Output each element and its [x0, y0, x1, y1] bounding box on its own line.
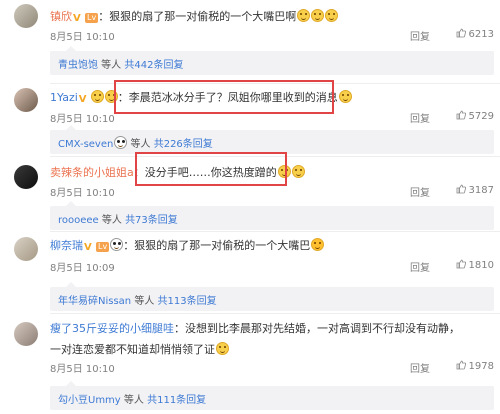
like-button[interactable]: 1978: [456, 360, 494, 372]
level-badge: Lv: [96, 242, 110, 252]
sub-reply-user[interactable]: 年华易碎Nissan: [58, 296, 131, 307]
thumbs-up-icon: [456, 259, 466, 269]
like-button[interactable]: 6213: [456, 28, 494, 40]
divider: [50, 231, 500, 232]
smile-emoji-icon: [338, 90, 352, 103]
sub-reply-others: 等人: [131, 296, 158, 307]
sub-reply-user[interactable]: 青虫饱饱: [58, 60, 98, 71]
more-replies-link[interactable]: 共73条回复: [125, 215, 178, 226]
smile-emoji-icon: [90, 90, 104, 103]
sub-reply-user[interactable]: 勾小豆Ummy: [58, 395, 121, 406]
comment-text: ：没想到比李晨那对先结婚，一对高调到不行却没有动静，: [174, 322, 460, 335]
comment-username[interactable]: 瘦了35斤妥妥的小细腿哇: [50, 322, 174, 335]
thumbs-up-icon: [456, 184, 466, 194]
comment-text: ：狠狠的扇了那一对偷税的一个大嘴巴: [123, 239, 311, 252]
sub-reply-others: 等人: [98, 60, 125, 71]
like-count: 1978: [468, 361, 494, 372]
verified-icon: V: [78, 94, 87, 105]
avatar[interactable]: [14, 165, 38, 189]
comment-date: 8月5日 10:10: [50, 188, 115, 199]
avatar[interactable]: [14, 322, 38, 346]
thumbs-up-icon: [456, 360, 466, 370]
level-badge: Lv: [85, 13, 99, 23]
comment-username[interactable]: 卖辣条的小姐姐a: [50, 166, 134, 179]
smile-emoji-icon: [325, 9, 339, 22]
reply-button[interactable]: 回复: [410, 28, 430, 43]
comment-date: 8月5日 10:09: [50, 263, 115, 274]
avatar[interactable]: [14, 88, 38, 112]
sub-reply-user[interactable]: roooeee: [58, 215, 99, 226]
more-replies-link[interactable]: 共442条回复: [124, 60, 183, 71]
smile-emoji-icon: [291, 165, 305, 178]
panda-emoji-icon: [114, 136, 128, 149]
comment-date: 8月5日 10:10: [50, 32, 115, 43]
like-count: 5729: [468, 111, 494, 122]
sub-replies-box[interactable]: roooeee 等人 共73条回复: [50, 201, 494, 230]
sub-reply-user[interactable]: CMX-seven: [58, 139, 113, 150]
avatar[interactable]: [14, 237, 38, 261]
reply-button[interactable]: 回复: [410, 184, 430, 199]
comment-username[interactable]: 镇欣: [50, 10, 72, 23]
comment-text-continued: 一对连恋爱都不知道却悄悄领了证: [50, 343, 215, 356]
thumbs-up-icon: [456, 110, 466, 120]
sub-replies-box[interactable]: 青虫饱饱 等人 共442条回复: [50, 46, 494, 75]
like-count: 3187: [468, 185, 494, 196]
comment-date: 8月5日 10:10: [50, 114, 115, 125]
comment-username[interactable]: 柳奈瑞: [50, 239, 83, 252]
like-count: 6213: [468, 29, 494, 40]
reply-button[interactable]: 回复: [410, 110, 430, 125]
panda-emoji-icon: [110, 238, 124, 251]
smile-emoji-icon: [311, 9, 325, 22]
sub-replies-box[interactable]: CMX-seven 等人 共226条回复: [50, 125, 494, 154]
verified-icon: V: [73, 13, 81, 24]
smile-emoji-icon: [297, 9, 311, 22]
like-count: 1810: [468, 260, 494, 271]
sub-reply-others: 等人: [98, 215, 126, 226]
reply-button[interactable]: 回复: [410, 360, 430, 375]
like-button[interactable]: 1810: [456, 259, 494, 271]
more-replies-link[interactable]: 共113条回复: [158, 296, 217, 307]
sub-replies-box[interactable]: 年华易碎Nissan 等人 共113条回复: [50, 282, 494, 311]
highlight-box: [135, 152, 287, 186]
highlight-box: [114, 80, 334, 114]
avatar[interactable]: [14, 4, 38, 28]
thumbs-up-icon: [456, 28, 466, 38]
verified-icon: V: [84, 242, 92, 253]
comment-username[interactable]: 1Yazi: [50, 91, 78, 104]
comment-text: ：狠狠的扇了那一对偷税的一个大嘴巴啊: [98, 10, 297, 23]
sub-replies-box[interactable]: 勾小豆Ummy 等人 共111条回复: [50, 381, 494, 410]
like-button[interactable]: 3187: [456, 184, 494, 196]
more-replies-link[interactable]: 共226条回复: [154, 139, 213, 150]
divider: [50, 313, 500, 314]
reply-button[interactable]: 回复: [410, 259, 430, 274]
sub-reply-others: 等人: [127, 139, 154, 150]
laughing-crying-emoji-icon: [311, 238, 325, 251]
comment-date: 8月5日 10:10: [50, 364, 115, 375]
smile-emoji-icon: [216, 342, 229, 355]
more-replies-link[interactable]: 共111条回复: [147, 395, 206, 406]
sub-reply-others: 等人: [120, 395, 148, 406]
like-button[interactable]: 5729: [456, 110, 494, 122]
